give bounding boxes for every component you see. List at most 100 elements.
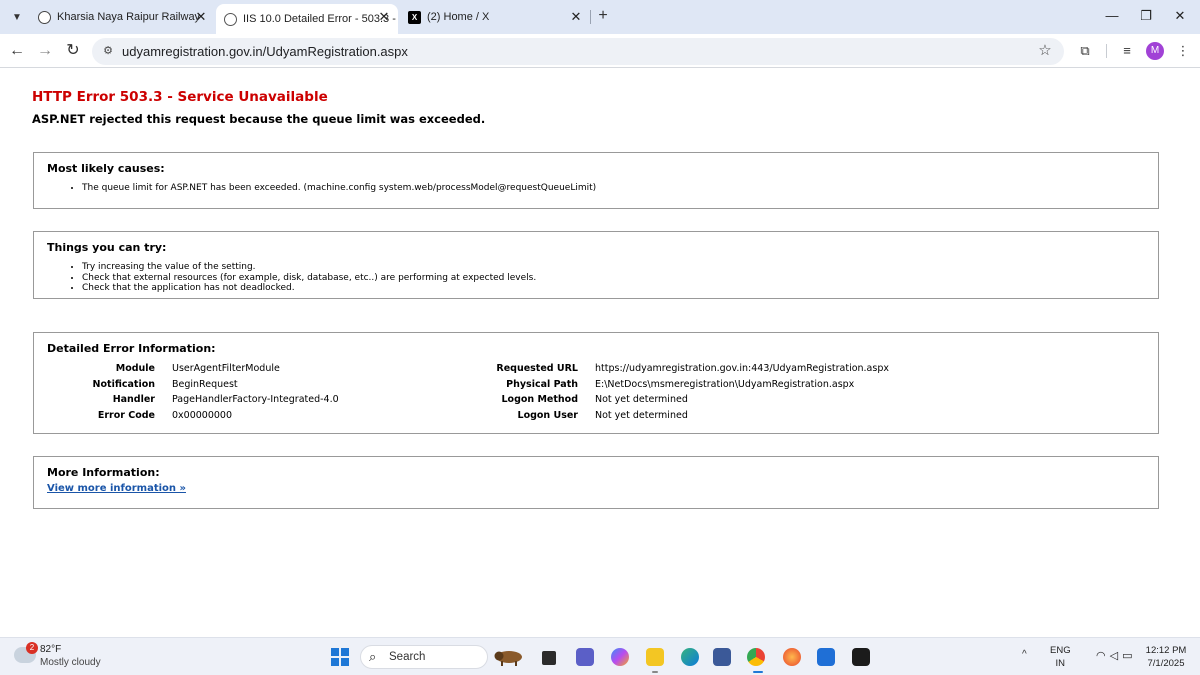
chrome-browser-icon[interactable] [747, 648, 765, 666]
tab-divider [590, 10, 591, 24]
detail-key: Requested URL [496, 363, 578, 374]
detail-value: 0x00000000 [172, 409, 233, 421]
try-list: Try increasing the value of the setting.… [82, 262, 536, 294]
file-explorer-icon[interactable] [646, 648, 664, 666]
detail-row: Notification BeginRequest [54, 379, 339, 395]
detail-row: Logon User Not yet determined [464, 410, 889, 426]
details-section: Detailed Error Information: Module UserA… [33, 332, 1159, 434]
language-indicator[interactable]: ENG IN [1050, 644, 1071, 670]
detail-value: UserAgentFilterModule [172, 363, 280, 374]
minimize-button[interactable]: — [1100, 6, 1124, 26]
detail-row: Requested URL https://udyamregistration.… [464, 363, 889, 379]
show-hidden-icons-chevron-icon[interactable]: ^ [1022, 649, 1027, 660]
detail-value: PageHandlerFactory-Integrated-4.0 [172, 394, 339, 405]
taskbar: 2 82°F Mostly cloudy ⌕ Search ^ ENG IN ◠… [0, 637, 1200, 675]
tab-title: (2) Home / X [427, 11, 490, 23]
notification-badge: 2 [26, 642, 38, 654]
tab-x-home[interactable]: X (2) Home / X ✕ [400, 4, 590, 30]
close-tab-icon[interactable]: ✕ [193, 9, 209, 25]
detail-key: Logon Method [501, 394, 578, 405]
copilot-app-icon[interactable] [611, 648, 629, 666]
profile-avatar[interactable]: M [1146, 42, 1164, 60]
detail-key: Notification [92, 378, 155, 390]
search-icon: ⌕ [369, 649, 377, 664]
menu-kebab-icon[interactable]: ⋮ [1172, 41, 1194, 61]
weather-description[interactable]: Mostly cloudy [40, 657, 101, 668]
store-app-icon[interactable] [713, 648, 731, 666]
extensions-icon[interactable]: ⧉ [1074, 41, 1096, 61]
search-highlight-bison-icon[interactable] [492, 646, 526, 666]
detail-row: Handler PageHandlerFactory-Integrated-4.… [54, 394, 339, 410]
active-indicator [753, 671, 763, 673]
globe-icon [224, 12, 237, 26]
tab-iis-error[interactable]: IIS 10.0 Detailed Error - 503.3 - ✕ [216, 4, 398, 34]
system-clock[interactable]: 12:12 PM 7/1/2025 [1140, 644, 1192, 670]
page-content: HTTP Error 503.3 - Service Unavailable A… [0, 69, 1200, 635]
list-item: Check that external resources (for examp… [82, 273, 536, 284]
bookmark-star-icon[interactable]: ☆ [1036, 42, 1054, 60]
battery-icon[interactable]: ▭ [1122, 650, 1136, 662]
running-indicator [652, 671, 658, 673]
error-title: HTTP Error 503.3 - Service Unavailable [32, 89, 328, 105]
new-tab-button[interactable]: + [594, 7, 612, 25]
search-label: Search [389, 651, 426, 663]
firefox-browser-icon[interactable] [783, 648, 801, 666]
toolbar-divider [1106, 44, 1107, 58]
app-icon[interactable] [852, 648, 870, 666]
detail-key: Module [115, 363, 155, 374]
causes-list: The queue limit for ASP.NET has been exc… [82, 183, 596, 194]
list-item: Try increasing the value of the setting. [82, 262, 536, 273]
detail-key: Logon User [517, 409, 578, 421]
weather-temperature[interactable]: 82°F [40, 644, 61, 655]
terminal-app-icon[interactable] [542, 651, 556, 665]
try-section: Things you can try: Try increasing the v… [33, 231, 1159, 299]
detail-row: Physical Path E:\NetDocs\msmeregistratio… [464, 379, 889, 395]
reading-list-icon[interactable]: ≡ [1116, 41, 1138, 61]
browser-toolbar: ← → ↻ ⚙ udyamregistration.gov.in/UdyamRe… [0, 34, 1200, 68]
volume-icon[interactable]: ◁ [1110, 650, 1122, 662]
detail-key: Physical Path [506, 378, 578, 390]
reload-button[interactable]: ↻ [62, 40, 84, 62]
x-logo-icon: X [408, 10, 421, 24]
edge-browser-icon[interactable] [681, 648, 699, 666]
detail-key: Error Code [97, 409, 155, 421]
close-tab-icon[interactable]: ✕ [376, 9, 392, 25]
address-bar[interactable]: ⚙ udyamregistration.gov.in/UdyamRegistra… [92, 38, 1064, 65]
tab-kharsia-railway[interactable]: Kharsia Naya Raipur Railway ✕ [30, 4, 215, 30]
teams-app-icon[interactable] [576, 648, 594, 666]
detail-key: Handler [112, 394, 155, 405]
tab-search-chevron-icon[interactable]: ▼ [8, 9, 26, 25]
detail-row: Module UserAgentFilterModule [54, 363, 339, 379]
close-tab-icon[interactable]: ✕ [568, 9, 584, 25]
more-info-heading: More Information: [47, 466, 160, 479]
detail-row: Error Code 0x00000000 [54, 410, 339, 426]
region-code: IN [1055, 658, 1066, 669]
clock-date: 7/1/2025 [1147, 658, 1185, 669]
detail-row: Logon Method Not yet determined [464, 394, 889, 410]
forward-button[interactable]: → [34, 40, 56, 62]
list-item: The queue limit for ASP.NET has been exc… [82, 183, 596, 194]
details-left-table: Module UserAgentFilterModule Notificatio… [54, 363, 339, 425]
taskbar-search[interactable]: ⌕ Search [360, 645, 488, 669]
wifi-icon[interactable]: ◠ [1096, 650, 1110, 662]
back-button[interactable]: ← [6, 40, 28, 62]
detail-value: https://udyamregistration.gov.in:443/Udy… [595, 363, 889, 374]
detail-value: E:\NetDocs\msmeregistration\UdyamRegistr… [595, 378, 855, 390]
detail-value: Not yet determined [595, 394, 688, 405]
tab-title: IIS 10.0 Detailed Error - 503.3 - [243, 13, 396, 25]
error-subtitle: ASP.NET rejected this request because th… [32, 112, 486, 126]
view-more-info-link[interactable]: View more information » [47, 483, 186, 494]
tab-title: Kharsia Naya Raipur Railway [57, 11, 201, 23]
detail-value: BeginRequest [172, 378, 238, 390]
more-info-section: More Information: View more information … [33, 456, 1159, 509]
site-info-icon[interactable]: ⚙ [100, 43, 116, 59]
system-tray-icons[interactable]: ◠◁▭ [1096, 649, 1136, 662]
tab-strip: ▼ Kharsia Naya Raipur Railway ✕ IIS 10.0… [0, 0, 1200, 34]
try-heading: Things you can try: [47, 241, 167, 254]
list-item: Check that the application has not deadl… [82, 283, 536, 294]
restore-button[interactable]: ❐ [1134, 6, 1158, 26]
close-window-button[interactable]: ✕ [1168, 6, 1192, 26]
snipping-tool-icon[interactable] [817, 648, 835, 666]
url-text[interactable]: udyamregistration.gov.in/UdyamRegistrati… [122, 44, 408, 59]
windows-start-icon[interactable] [331, 648, 349, 666]
